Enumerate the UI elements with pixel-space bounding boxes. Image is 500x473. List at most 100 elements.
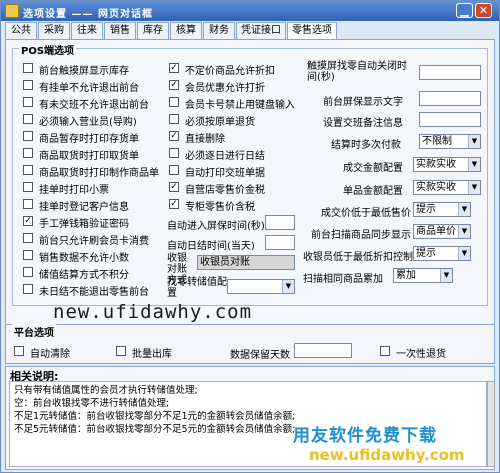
chevron-down-icon: ▼ — [468, 158, 480, 171]
low-discount-select[interactable]: 提示 ▼ — [413, 246, 471, 261]
tab-sales[interactable]: 销售 — [104, 22, 136, 39]
checkbox[interactable] — [23, 250, 33, 260]
amount-config-select[interactable]: 实款实收 ▼ — [413, 157, 481, 172]
low-price-value: 提示 — [416, 204, 436, 215]
checkbox[interactable] — [23, 267, 33, 277]
title-bar: 选项设置 —— 网页对话框 ▁ ✕ — [1, 1, 499, 21]
checkbox[interactable] — [169, 148, 179, 158]
chevron-down-icon: ▼ — [458, 225, 470, 238]
platform-options-group: 平台选项 自动清除 批量出库 数据保留天数 一次性退货 — [5, 324, 495, 364]
multi-pay-label: 结算时多次付款 — [331, 140, 401, 151]
option-label: 挂单时登记客户信息 — [39, 202, 129, 213]
checkbox-checked[interactable]: ✓ — [169, 80, 179, 90]
scan-same-select[interactable]: 累加 ▼ — [393, 268, 453, 283]
touch-close-input[interactable] — [419, 65, 481, 80]
chevron-down-icon: ▼ — [468, 135, 480, 148]
option-label: 专柜零售价含税 — [185, 202, 255, 213]
auto-settle-label: 自动日结时间(当天) — [167, 241, 255, 252]
option-label: 必须逐日进行日结 — [185, 151, 265, 162]
checkbox[interactable] — [23, 63, 33, 73]
checkbox[interactable] — [14, 346, 24, 356]
change-config-select[interactable]: ▼ — [227, 279, 295, 294]
checkbox[interactable] — [380, 346, 390, 356]
checkbox-checked[interactable]: ✓ — [169, 182, 179, 192]
tab-purchase[interactable]: 采购 — [38, 22, 70, 39]
checkbox-checked[interactable]: ✓ — [169, 63, 179, 73]
checkbox-checked[interactable]: ✓ — [23, 216, 33, 226]
scan-sync-label: 前台扫描商品同步显示 — [311, 230, 411, 241]
amount-config-label: 成交金额配置 — [343, 163, 403, 174]
touch-close-label: 触摸屏找零自动关闭时间(秒) — [307, 61, 407, 83]
multi-pay-select[interactable]: 不限制 ▼ — [419, 134, 481, 149]
checkbox[interactable] — [169, 114, 179, 124]
unit-config-select[interactable]: 实款实收 ▼ — [413, 180, 481, 195]
tab-bar: 公共 采购 往来 销售 库存 核算 财务 凭证接口 零售选项 — [5, 22, 495, 40]
auto-lock-input[interactable] — [265, 215, 295, 230]
tab-inventory[interactable]: 库存 — [137, 22, 169, 39]
option-label: 有挂单不允许退出前台 — [39, 83, 139, 94]
checkbox[interactable] — [23, 114, 33, 124]
checkbox[interactable] — [116, 346, 126, 356]
tab-voucher-interface[interactable]: 凭证接口 — [236, 22, 286, 39]
low-price-select[interactable]: 提示 ▼ — [413, 202, 471, 217]
option-label: 自营店零售价金税 — [185, 185, 265, 196]
chevron-down-icon: ▼ — [468, 181, 480, 194]
checkbox[interactable] — [23, 284, 33, 294]
shift-remark-label: 设置交班备注信息 — [323, 118, 403, 129]
option-label: 必须输入营业员(导购) — [39, 117, 137, 128]
checkbox[interactable] — [169, 165, 179, 175]
checkbox[interactable] — [23, 80, 33, 90]
option-label: 商品取货时打印制作商品单 — [39, 168, 159, 179]
low-price-label: 成交价低于最低售价 — [321, 208, 411, 219]
keep-days-label: 数据保留天数 — [230, 350, 290, 361]
chevron-down-icon: ▼ — [282, 280, 294, 293]
checkbox[interactable] — [169, 97, 179, 107]
cash-method-field[interactable]: 收银员对账 — [197, 255, 295, 270]
option-label: 不定价商品允许折扣 — [185, 66, 275, 77]
auto-settle-input[interactable] — [265, 235, 295, 250]
tab-contacts[interactable]: 往来 — [71, 22, 103, 39]
notes-line: 只有带有储值属性的会员才执行转储值处理; — [14, 385, 198, 396]
option-label: 储值结算方式不积分 — [39, 270, 129, 281]
checkbox-checked[interactable]: ✓ — [169, 131, 179, 141]
tab-accounting[interactable]: 核算 — [170, 22, 202, 39]
option-label: 有未交班不允许退出前台 — [39, 100, 149, 111]
chevron-down-icon: ▼ — [440, 269, 452, 282]
one-time-return-label: 一次性退货 — [396, 349, 446, 360]
checkbox[interactable] — [23, 182, 33, 192]
notes-scrollbar[interactable] — [487, 381, 495, 467]
scan-sync-value: 商品单价 — [416, 226, 456, 237]
brand-watermark-url: new.ufidawhy.com — [309, 446, 465, 464]
close-button[interactable]: ✕ — [475, 3, 492, 18]
auto-clear-label: 自动清除 — [30, 349, 70, 360]
chevron-down-icon: ▼ — [458, 247, 470, 260]
scan-same-value: 累加 — [396, 270, 416, 281]
tab-public[interactable]: 公共 — [5, 22, 37, 39]
low-discount-value: 提示 — [416, 248, 436, 259]
checkbox[interactable] — [23, 199, 33, 209]
tab-finance[interactable]: 财务 — [203, 22, 235, 39]
chevron-down-icon: ▼ — [458, 203, 470, 216]
unit-config-value: 实款实收 — [416, 182, 456, 193]
checkbox[interactable] — [23, 233, 33, 243]
scan-sync-select[interactable]: 商品单价 ▼ — [413, 224, 471, 239]
checkbox[interactable] — [23, 148, 33, 158]
option-label: 挂单时打印小票 — [39, 185, 109, 196]
keep-days-input[interactable] — [294, 343, 352, 358]
checkbox-checked[interactable]: ✓ — [169, 199, 179, 209]
screensaver-input[interactable] — [419, 91, 481, 106]
options-dialog: 选项设置 —— 网页对话框 ▁ ✕ 公共 采购 往来 销售 库存 核算 财务 凭… — [0, 0, 500, 473]
option-label: 商品暂存时打印存货单 — [39, 134, 139, 145]
checkbox[interactable] — [23, 97, 33, 107]
option-label: 会员优惠允许打折 — [185, 83, 265, 94]
option-label: 自动打印交班单据 — [185, 168, 265, 179]
notes-line: 空：前台收银找零不进行转储值处理; — [14, 398, 170, 409]
tab-retail-options[interactable]: 零售选项 — [287, 22, 337, 40]
minimize-button[interactable]: ▁ — [456, 3, 473, 18]
shift-remark-input[interactable] — [419, 112, 481, 127]
batch-out-label: 批量出库 — [132, 349, 172, 360]
window-title: 选项设置 —— 网页对话框 — [23, 9, 153, 20]
checkbox[interactable] — [23, 165, 33, 175]
brand-watermark-cn: 用友软件免费下载 — [293, 426, 437, 446]
checkbox[interactable] — [23, 131, 33, 141]
